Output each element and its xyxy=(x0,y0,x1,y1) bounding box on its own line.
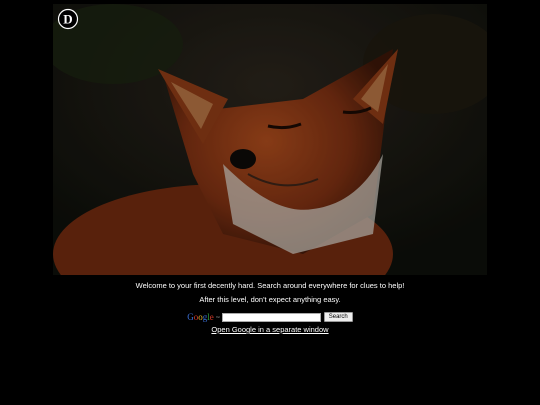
fox-photo: D xyxy=(53,4,487,275)
open-google-link-container: Open Google in a separate window xyxy=(0,325,540,334)
warning-message: After this level, don't expect anything … xyxy=(199,295,341,304)
google-search-form: Google ™ Search xyxy=(0,312,540,322)
open-google-link[interactable]: Open Google in a separate window xyxy=(211,325,328,334)
search-input[interactable] xyxy=(221,312,321,322)
google-trademark: ™ xyxy=(215,314,220,320)
search-button[interactable]: Search xyxy=(323,312,353,322)
logo-letter: D xyxy=(63,12,72,27)
circle-d-logo: D xyxy=(57,8,79,30)
welcome-message: Welcome to your first decently hard. Sea… xyxy=(135,281,405,290)
fox-image xyxy=(53,4,487,275)
google-logo: Google xyxy=(187,312,214,322)
